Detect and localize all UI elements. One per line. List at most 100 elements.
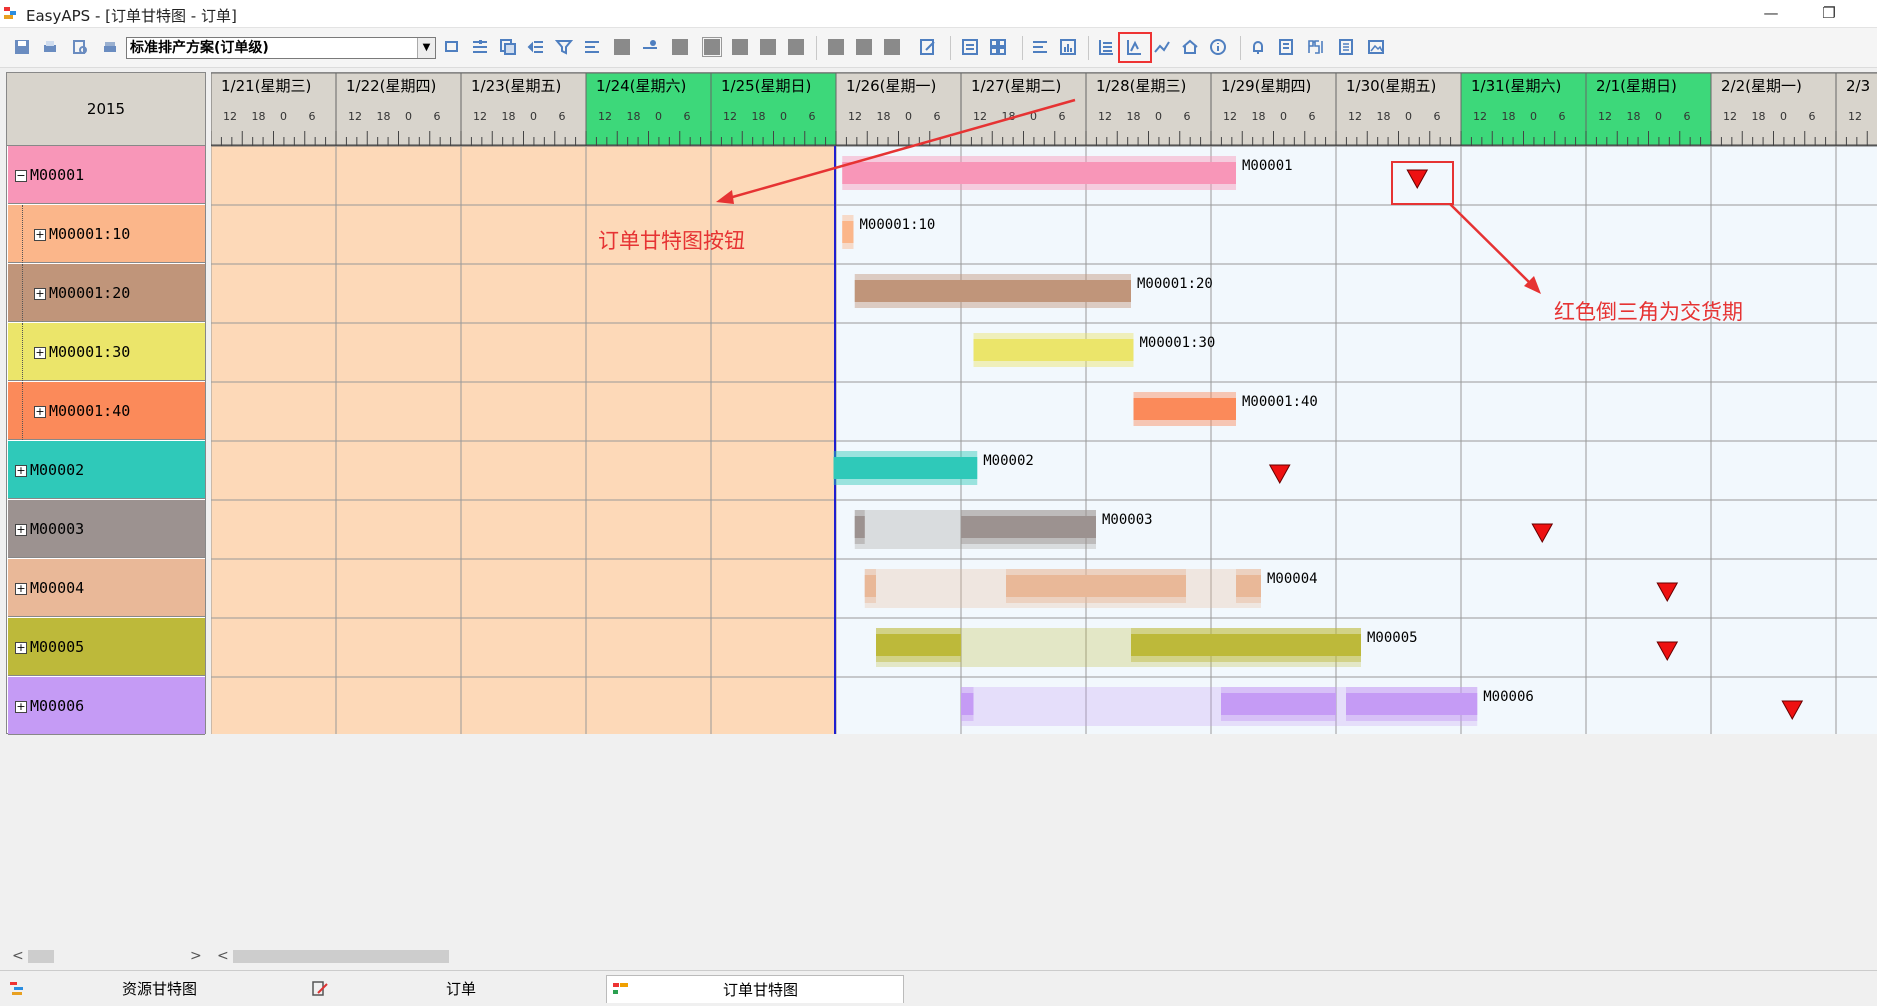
order-label: M00001:20 [49, 284, 131, 302]
scheme-select[interactable]: 标准排产方案(订单级) ▼ [126, 37, 436, 59]
document-icon[interactable] [1336, 37, 1356, 57]
expand-icon[interactable]: + [15, 700, 27, 713]
task-bar-label: M00005 [1367, 630, 1418, 646]
scroll-right-arrow-icon[interactable]: > [190, 948, 202, 964]
report-icon[interactable] [1276, 37, 1296, 57]
indent-icon[interactable] [526, 37, 546, 57]
image-icon[interactable] [1366, 37, 1386, 57]
schedule-icon[interactable] [470, 37, 490, 57]
order-row-header[interactable]: + M00002 [8, 441, 205, 499]
save-icon[interactable] [12, 37, 32, 57]
task-bar[interactable] [961, 693, 974, 715]
block-gray-icon[interactable] [882, 37, 902, 57]
scroll-left-arrow-icon[interactable]: < [217, 948, 229, 964]
order-row-header[interactable]: + M00003 [8, 500, 205, 558]
collapse-icon[interactable]: − [15, 169, 27, 182]
order-row-header[interactable]: + M00001:30 [8, 323, 205, 381]
home-icon[interactable] [1180, 37, 1200, 57]
task-bar[interactable] [864, 575, 876, 597]
order-row-header[interactable]: + M00005 [8, 618, 205, 676]
scrollbar-thumb[interactable] [233, 950, 449, 963]
order-row-header[interactable]: + M00001:10 [8, 205, 205, 263]
hour-tick-label: 0 [655, 110, 662, 123]
expand-icon[interactable]: + [15, 464, 27, 477]
task-bar[interactable] [1131, 634, 1361, 656]
tab-resource-gantt[interactable]: 资源甘特图 [4, 975, 304, 1003]
order-row-header[interactable]: + M00001:20 [8, 264, 205, 322]
print-preview-icon[interactable] [70, 37, 90, 57]
hour-tick-label: 6 [809, 110, 816, 123]
milestone-icon[interactable] [640, 37, 660, 57]
task-bar[interactable] [842, 162, 1236, 184]
tab-order-gantt[interactable]: 订单甘特图 [606, 975, 904, 1003]
minimize-button[interactable]: — [1748, 0, 1794, 28]
day-label: 1/26(星期一) [846, 77, 936, 95]
task-bar[interactable] [961, 516, 1096, 538]
hour-tick-label: 0 [405, 110, 412, 123]
filter-icon[interactable] [554, 37, 574, 57]
task-bar[interactable] [1346, 693, 1478, 715]
app-logo-icon [4, 7, 16, 19]
tab-orders[interactable]: 订单 [306, 975, 604, 1003]
edit-icon[interactable] [918, 37, 938, 57]
block-gray-icon[interactable] [758, 37, 778, 57]
task-bar[interactable] [876, 634, 961, 656]
chart-icon[interactable] [1058, 37, 1078, 57]
psi-icon[interactable] [1306, 37, 1326, 57]
order-row-header[interactable]: + M00004 [8, 559, 205, 617]
task-bar[interactable] [1006, 575, 1186, 597]
block-gray-icon[interactable] [854, 37, 874, 57]
expand-icon[interactable]: + [15, 641, 27, 654]
scroll-left-arrow-icon[interactable]: < [12, 948, 24, 964]
chevron-down-icon[interactable]: ▼ [417, 38, 435, 58]
expand-icon[interactable]: + [15, 582, 27, 595]
bell-icon[interactable] [1248, 37, 1268, 57]
order-row-header[interactable]: − M00001 [8, 146, 205, 204]
block-gray-icon[interactable] [702, 37, 722, 57]
grid-view-icon[interactable] [988, 37, 1008, 57]
gantt-horizontal-scrollbar[interactable]: < [211, 946, 1877, 966]
task-bar[interactable] [854, 280, 1131, 302]
day-label: 2/3 [1846, 77, 1870, 95]
task-bar[interactable] [842, 221, 854, 243]
hour-tick-label: 0 [530, 110, 537, 123]
task-bar[interactable] [833, 457, 978, 479]
gantt-chart[interactable]: 1/21(星期三) 12 18 0 6 1/22(星期四) 12 18 0 6 1/23(星期五) 1… [211, 72, 1877, 734]
scrollbar-thumb[interactable] [28, 950, 54, 963]
print-icon[interactable] [40, 37, 60, 57]
expand-icon[interactable]: + [34, 405, 46, 418]
task-bar[interactable] [1236, 575, 1261, 597]
page-setup-icon[interactable] [100, 37, 120, 57]
task-bar[interactable] [1133, 398, 1237, 420]
expand-icon[interactable]: + [34, 346, 46, 359]
block-gray-icon[interactable] [730, 37, 750, 57]
task-bar[interactable] [973, 339, 1134, 361]
expand-icon[interactable]: + [34, 287, 46, 300]
restore-button[interactable]: ❐ [1806, 0, 1852, 28]
tree-connector [22, 323, 23, 381]
align-icon[interactable] [582, 37, 602, 57]
block-gray-icon[interactable] [826, 37, 846, 57]
block-gray-icon[interactable] [612, 37, 632, 57]
refresh-icon[interactable] [442, 37, 462, 57]
annotation-gantt-button: 订单甘特图按钮 [598, 229, 745, 253]
block-gray-icon[interactable] [670, 37, 690, 57]
resource-list-icon[interactable] [1096, 37, 1116, 57]
hour-tick-label: 0 [905, 110, 912, 123]
order-row-header[interactable]: + M00006 [8, 677, 205, 735]
hour-tick-label: 18 [877, 110, 891, 123]
order-row-header[interactable]: + M00001:40 [8, 382, 205, 440]
task-bar[interactable] [1221, 693, 1336, 715]
copy-icon[interactable] [498, 37, 518, 57]
expand-icon[interactable]: + [34, 228, 46, 241]
info-icon[interactable] [1208, 37, 1228, 57]
view-icon[interactable] [960, 37, 980, 57]
list-icon[interactable] [1030, 37, 1050, 57]
expand-icon[interactable]: + [15, 523, 27, 536]
task-bar[interactable] [854, 516, 865, 538]
order-label: M00001:30 [49, 343, 131, 361]
tree-horizontal-scrollbar[interactable]: < > [6, 946, 206, 966]
block-gray-icon[interactable] [786, 37, 806, 57]
hour-tick-label: 12 [1598, 110, 1612, 123]
trend-icon[interactable] [1152, 37, 1172, 57]
